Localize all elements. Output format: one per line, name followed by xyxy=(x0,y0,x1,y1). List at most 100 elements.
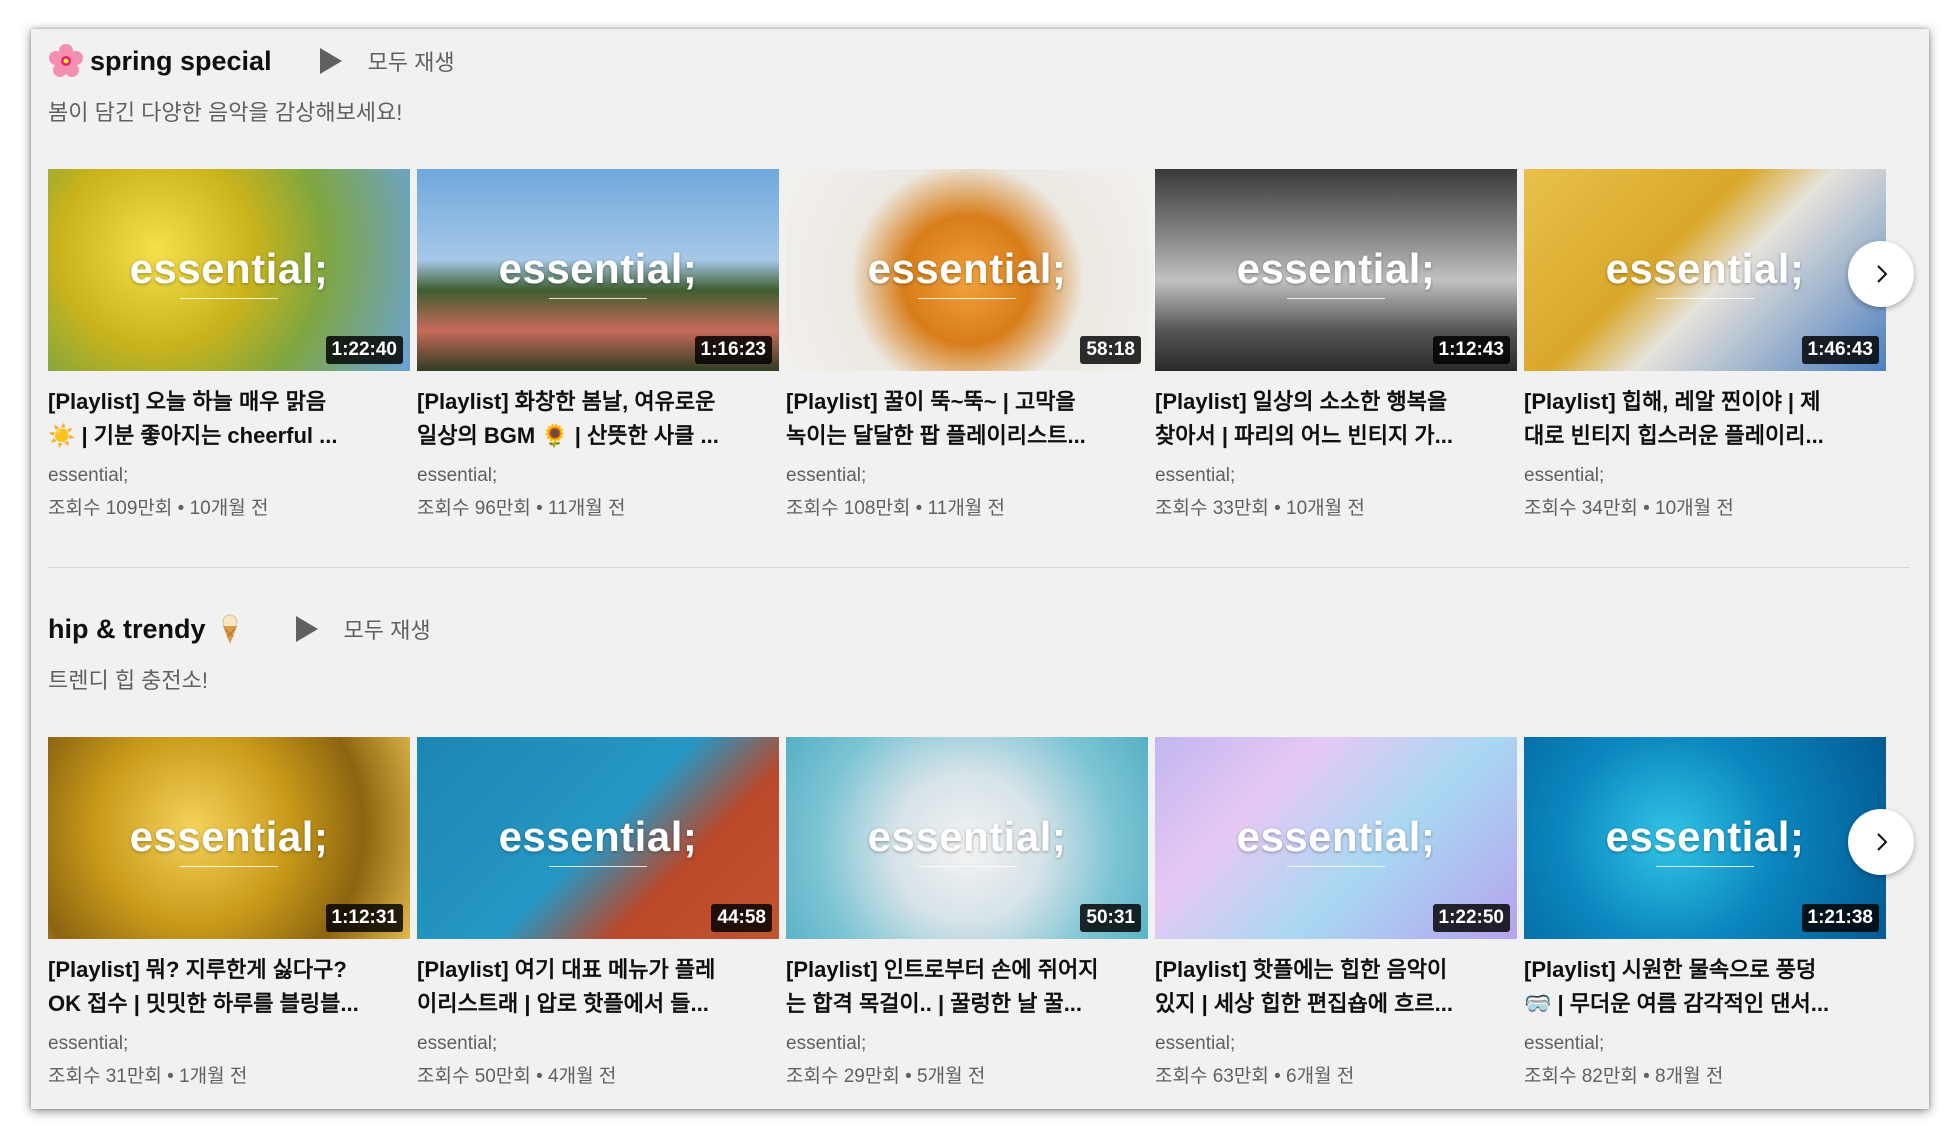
channel-name[interactable]: essential; xyxy=(1155,465,1517,493)
duration-badge: 44:58 xyxy=(711,904,772,932)
shelf-header: spring special 모두 재생 xyxy=(48,39,455,83)
video-title-line-1: [Playlist] 힙해, 레알 찐이야 | 제 xyxy=(1524,389,1821,414)
next-arrow-button[interactable] xyxy=(1848,809,1914,875)
thumbnail-brand-text: essential; xyxy=(1236,245,1436,292)
thumbnail-brand-text: essential; xyxy=(1605,813,1805,860)
video-title[interactable]: [Playlist] 화창한 봄날, 여유로운 일상의 BGM 🌻 | 산뜻한 … xyxy=(417,385,779,453)
video-title[interactable]: [Playlist] 시원한 물속으로 풍덩 🥽 | 무더운 여름 감각적인 댄… xyxy=(1524,953,1886,1021)
shelf-title-text: hip & trendy xyxy=(48,613,206,644)
thumbnail-rule xyxy=(1287,866,1385,867)
video-thumbnail[interactable]: essential; 1:16:23 xyxy=(417,169,779,371)
duration-badge: 1:12:31 xyxy=(325,904,403,932)
video-title[interactable]: [Playlist] 뭐? 지루한게 싫다구? OK 접수 | 밋밋한 하루를 … xyxy=(48,953,410,1021)
video-title-line-2: 이리스트래 | 압로 핫플에서 들... xyxy=(417,991,709,1016)
music-shelves-panel: spring special 모두 재생 봄이 담긴 다양한 음악을 감상해보세… xyxy=(31,29,1929,1109)
video-meta: 조회수 29만회 • 5개월 전 xyxy=(786,1066,986,1087)
video-meta: 조회수 50만회 • 4개월 전 xyxy=(417,1066,617,1087)
video-thumbnail[interactable]: essential; 1:21:38 xyxy=(1524,737,1886,939)
video-title-line-2: 일상의 BGM 🌻 | 산뜻한 사클 ... xyxy=(417,423,719,448)
video-thumbnail[interactable]: essential; 44:58 xyxy=(417,737,779,939)
video-thumbnail[interactable]: essential; 1:12:31 xyxy=(48,737,410,939)
duration-badge: 1:21:38 xyxy=(1801,904,1879,932)
play-icon xyxy=(295,616,318,642)
video-meta: 조회수 34만회 • 10개월 전 xyxy=(1524,498,1734,519)
video-meta: 조회수 109만회 • 10개월 전 xyxy=(48,498,269,519)
thumbnail-brand-text: essential; xyxy=(867,245,1067,292)
video-title[interactable]: [Playlist] 오늘 하늘 매우 맑음 ☀️ | 기분 좋아지는 chee… xyxy=(48,385,410,453)
channel-name[interactable]: essential; xyxy=(1155,1033,1517,1061)
video-card[interactable]: essential; 44:58 [Playlist] 여기 대표 메뉴가 플레… xyxy=(417,737,779,1089)
thumbnail-rule xyxy=(180,298,278,299)
video-title-line-1: [Playlist] 뭐? 지루한게 싫다구? xyxy=(48,957,347,982)
channel-name[interactable]: essential; xyxy=(1524,465,1886,493)
channel-name[interactable]: essential; xyxy=(417,1033,779,1061)
thumbnail-rule xyxy=(549,298,647,299)
video-title[interactable]: [Playlist] 핫플에는 힙한 음악이 있지 | 세상 힙한 편집숍에 흐… xyxy=(1155,953,1517,1021)
shelf-title[interactable]: hip & trendy xyxy=(48,611,248,647)
video-title-line-1: [Playlist] 핫플에는 힙한 음악이 xyxy=(1155,957,1448,982)
duration-badge: 1:12:43 xyxy=(1432,336,1510,364)
channel-name[interactable]: essential; xyxy=(1524,1033,1886,1061)
thumbnail-rule xyxy=(180,866,278,867)
thumbnail-brand-text: essential; xyxy=(867,813,1067,860)
video-title-line-1: [Playlist] 오늘 하늘 매우 맑음 xyxy=(48,389,327,414)
channel-name[interactable]: essential; xyxy=(417,465,779,493)
channel-name[interactable]: essential; xyxy=(786,465,1148,493)
play-all-button[interactable]: 모두 재생 xyxy=(295,613,431,645)
video-thumbnail[interactable]: essential; 1:12:43 xyxy=(1155,169,1517,371)
next-arrow-button[interactable] xyxy=(1848,241,1914,307)
video-thumbnail[interactable]: essential; 1:22:50 xyxy=(1155,737,1517,939)
video-row: essential; 1:22:40 [Playlist] 오늘 하늘 매우 맑… xyxy=(48,169,1918,539)
video-title-line-2: 대로 빈티지 힙스러운 플레이리... xyxy=(1524,423,1824,448)
video-title-line-1: [Playlist] 인트로부터 손에 쥐어지 xyxy=(786,957,1099,982)
video-title[interactable]: [Playlist] 여기 대표 메뉴가 플레 이리스트래 | 압로 핫플에서 … xyxy=(417,953,779,1021)
video-card[interactable]: essential; 1:12:43 [Playlist] 일상의 소소한 행복… xyxy=(1155,169,1517,521)
video-meta: 조회수 31만회 • 1개월 전 xyxy=(48,1066,248,1087)
video-row: essential; 1:12:31 [Playlist] 뭐? 지루한게 싫다… xyxy=(48,737,1918,1107)
video-title-line-2: 🥽 | 무더운 여름 감각적인 댄서... xyxy=(1524,991,1830,1016)
video-card[interactable]: essential; 1:16:23 [Playlist] 화창한 봄날, 여유… xyxy=(417,169,779,521)
play-all-label: 모두 재생 xyxy=(343,618,431,643)
video-title-line-2: 녹이는 달달한 팝 플레이리스트... xyxy=(786,423,1086,448)
play-all-button[interactable]: 모두 재생 xyxy=(319,45,455,77)
video-thumbnail[interactable]: essential; 1:22:40 xyxy=(48,169,410,371)
thumbnail-brand-text: essential; xyxy=(1605,245,1805,292)
channel-name[interactable]: essential; xyxy=(786,1033,1148,1061)
duration-badge: 1:46:43 xyxy=(1801,336,1879,364)
video-thumbnail[interactable]: essential; 1:46:43 xyxy=(1524,169,1886,371)
video-card[interactable]: essential; 50:31 [Playlist] 인트로부터 손에 쥐어지… xyxy=(786,737,1148,1089)
video-card[interactable]: essential; 58:18 [Playlist] 꿀이 뚝~뚝~ | 고막… xyxy=(786,169,1148,521)
video-title[interactable]: [Playlist] 인트로부터 손에 쥐어지 는 합격 목걸이.. | 꿀렁한… xyxy=(786,953,1148,1021)
duration-badge: 1:22:50 xyxy=(1432,904,1510,932)
duration-badge: 58:18 xyxy=(1080,336,1141,364)
shelf-title[interactable]: spring special xyxy=(48,43,272,79)
video-thumbnail[interactable]: essential; 58:18 xyxy=(786,169,1148,371)
video-title[interactable]: [Playlist] 일상의 소소한 행복을 찾아서 | 파리의 어느 빈티지 … xyxy=(1155,385,1517,453)
video-title-line-1: [Playlist] 일상의 소소한 행복을 xyxy=(1155,389,1448,414)
play-all-label: 모두 재생 xyxy=(367,50,455,75)
video-card[interactable]: essential; 1:22:40 [Playlist] 오늘 하늘 매우 맑… xyxy=(48,169,410,521)
video-title-line-2: 있지 | 세상 힙한 편집숍에 흐르... xyxy=(1155,991,1453,1016)
video-card[interactable]: essential; 1:21:38 [Playlist] 시원한 물속으로 풍… xyxy=(1524,737,1886,1089)
video-card[interactable]: essential; 1:46:43 [Playlist] 힙해, 레알 찐이야… xyxy=(1524,169,1886,521)
video-card[interactable]: essential; 1:22:50 [Playlist] 핫플에는 힙한 음악… xyxy=(1155,737,1517,1089)
channel-name[interactable]: essential; xyxy=(48,465,410,493)
video-title[interactable]: [Playlist] 힙해, 레알 찐이야 | 제 대로 빈티지 힙스러운 플레… xyxy=(1524,385,1886,453)
duration-badge: 1:22:40 xyxy=(325,336,403,364)
thumbnail-brand-text: essential; xyxy=(129,245,329,292)
thumbnail-rule xyxy=(1287,298,1385,299)
video-title[interactable]: [Playlist] 꿀이 뚝~뚝~ | 고막을 녹이는 달달한 팝 플레이리스… xyxy=(786,385,1148,453)
video-meta: 조회수 108만회 • 11개월 전 xyxy=(786,498,1006,519)
ice-cream-icon xyxy=(222,614,238,644)
chevron-right-icon xyxy=(1877,833,1888,851)
video-thumbnail[interactable]: essential; 50:31 xyxy=(786,737,1148,939)
video-title-line-2: 는 합격 목걸이.. | 꿀렁한 날 꿀... xyxy=(786,991,1083,1016)
video-card[interactable]: essential; 1:12:31 [Playlist] 뭐? 지루한게 싫다… xyxy=(48,737,410,1089)
video-meta: 조회수 63만회 • 6개월 전 xyxy=(1155,1066,1355,1087)
thumbnail-brand-text: essential; xyxy=(129,813,329,860)
thumbnail-rule xyxy=(918,298,1016,299)
duration-badge: 1:16:23 xyxy=(694,336,772,364)
shelf-header: hip & trendy 모두 재생 xyxy=(48,607,431,651)
channel-name[interactable]: essential; xyxy=(48,1033,410,1061)
video-meta: 조회수 33만회 • 10개월 전 xyxy=(1155,498,1365,519)
